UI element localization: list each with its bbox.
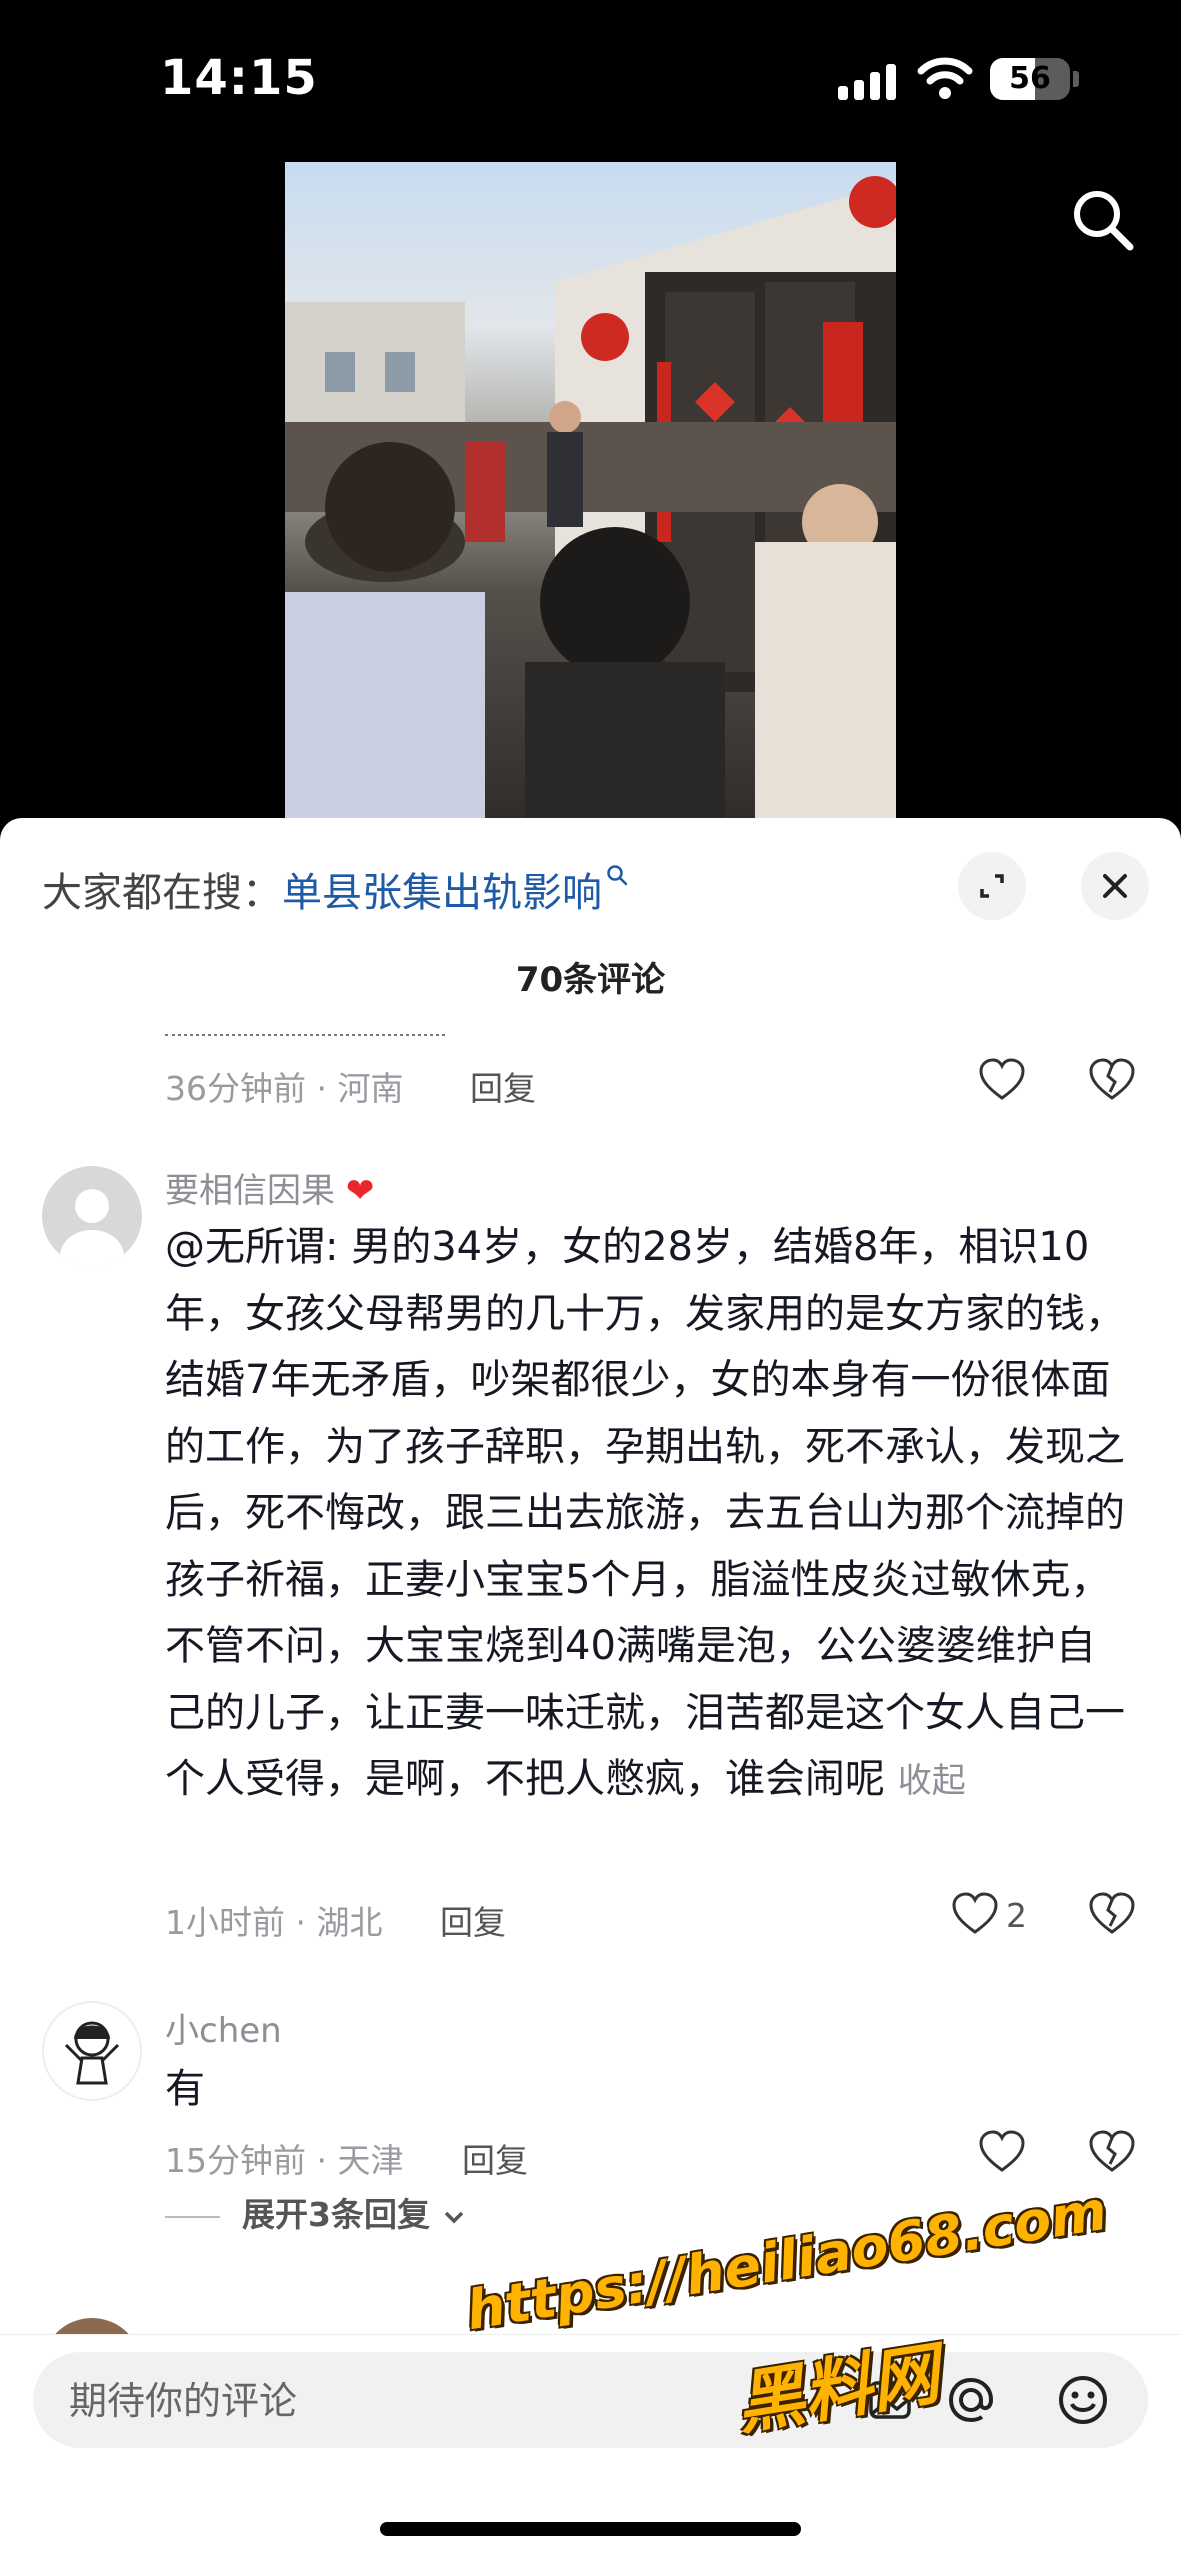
username[interactable]: 小chen [165,2003,282,2052]
reply-button[interactable]: 回复 [462,2134,528,2182]
comment-meta: 36分钟前 · 河南 [165,1069,404,1108]
divider-line [165,2215,220,2218]
trending-search-prefix: 大家都在搜： [42,870,282,916]
at-icon[interactable] [941,2370,1001,2430]
comment-input-bar [33,2352,1148,2450]
collapse-button[interactable]: 收起 [898,1761,966,1801]
username-text: 要相信因果 [165,1171,335,1211]
comment-text: 有 [165,2066,205,2112]
heart-icon[interactable] [978,1058,1026,1102]
chevron-down-icon [445,2211,464,2223]
battery-icon: 56 [990,58,1070,100]
comment-input[interactable] [67,2352,831,2450]
trending-search-term: 单县张集出轨影响 [282,870,602,916]
like-count: 2 [1006,1896,1027,1935]
video-frame[interactable] [285,162,896,822]
trending-search-link[interactable]: 单县张集出轨影响 [282,865,630,916]
trending-search: 大家都在搜：单县张集出轨影响 [42,860,630,918]
comment-text: @无所谓: 男的34岁，女的28岁，结婚8年，相识10年，女孩父母帮男的几十万，… [165,1214,1125,1815]
video-scene [285,176,896,822]
search-icon[interactable] [1068,185,1138,255]
avatar[interactable] [42,2001,142,2101]
clipped-comment-text [165,1028,465,1036]
comment-meta: 1小时前 · 湖北 [165,1903,383,1942]
dislike-icon[interactable] [1088,1892,1136,1936]
search-icon [607,865,628,886]
cellular-signal-icon [838,62,898,100]
expand-icon [980,874,1004,898]
avatar[interactable] [42,1166,142,1266]
comment-meta: 15分钟前 · 天津 [165,2141,404,2180]
battery-level: 56 [1009,61,1051,96]
dislike-icon[interactable] [1088,1058,1136,1102]
home-indicator [380,2522,801,2536]
emoji-icon[interactable] [1053,2370,1113,2430]
username[interactable]: 要相信因果 ❤ [165,1163,374,1212]
expand-replies-button[interactable]: 展开3条回复 [165,2188,467,2236]
dislike-icon[interactable] [1088,2130,1136,2174]
expand-button[interactable] [958,852,1026,920]
heart-icon[interactable] [951,1892,999,1936]
close-button[interactable] [1081,852,1149,920]
reply-button[interactable]: 回复 [470,1062,536,1110]
comment-text-content: @无所谓: 男的34岁，女的28岁，结婚8年，相识10年，女孩父母帮男的几十万，… [165,1224,1125,1802]
comment-count: 70条评论 [515,960,666,1000]
reply-button[interactable]: 回复 [440,1896,506,1944]
default-avatar-icon [60,1189,124,1266]
battery-tip [1073,71,1079,87]
status-time: 14:15 [160,50,318,106]
wifi-icon [917,57,973,99]
close-icon [1103,874,1127,898]
heart-icon[interactable] [978,2130,1026,2174]
expand-replies-label: 展开3条回复 [242,2195,430,2234]
cartoon-avatar-icon [64,2021,120,2085]
heart-emoji-icon: ❤ [345,1171,375,1211]
